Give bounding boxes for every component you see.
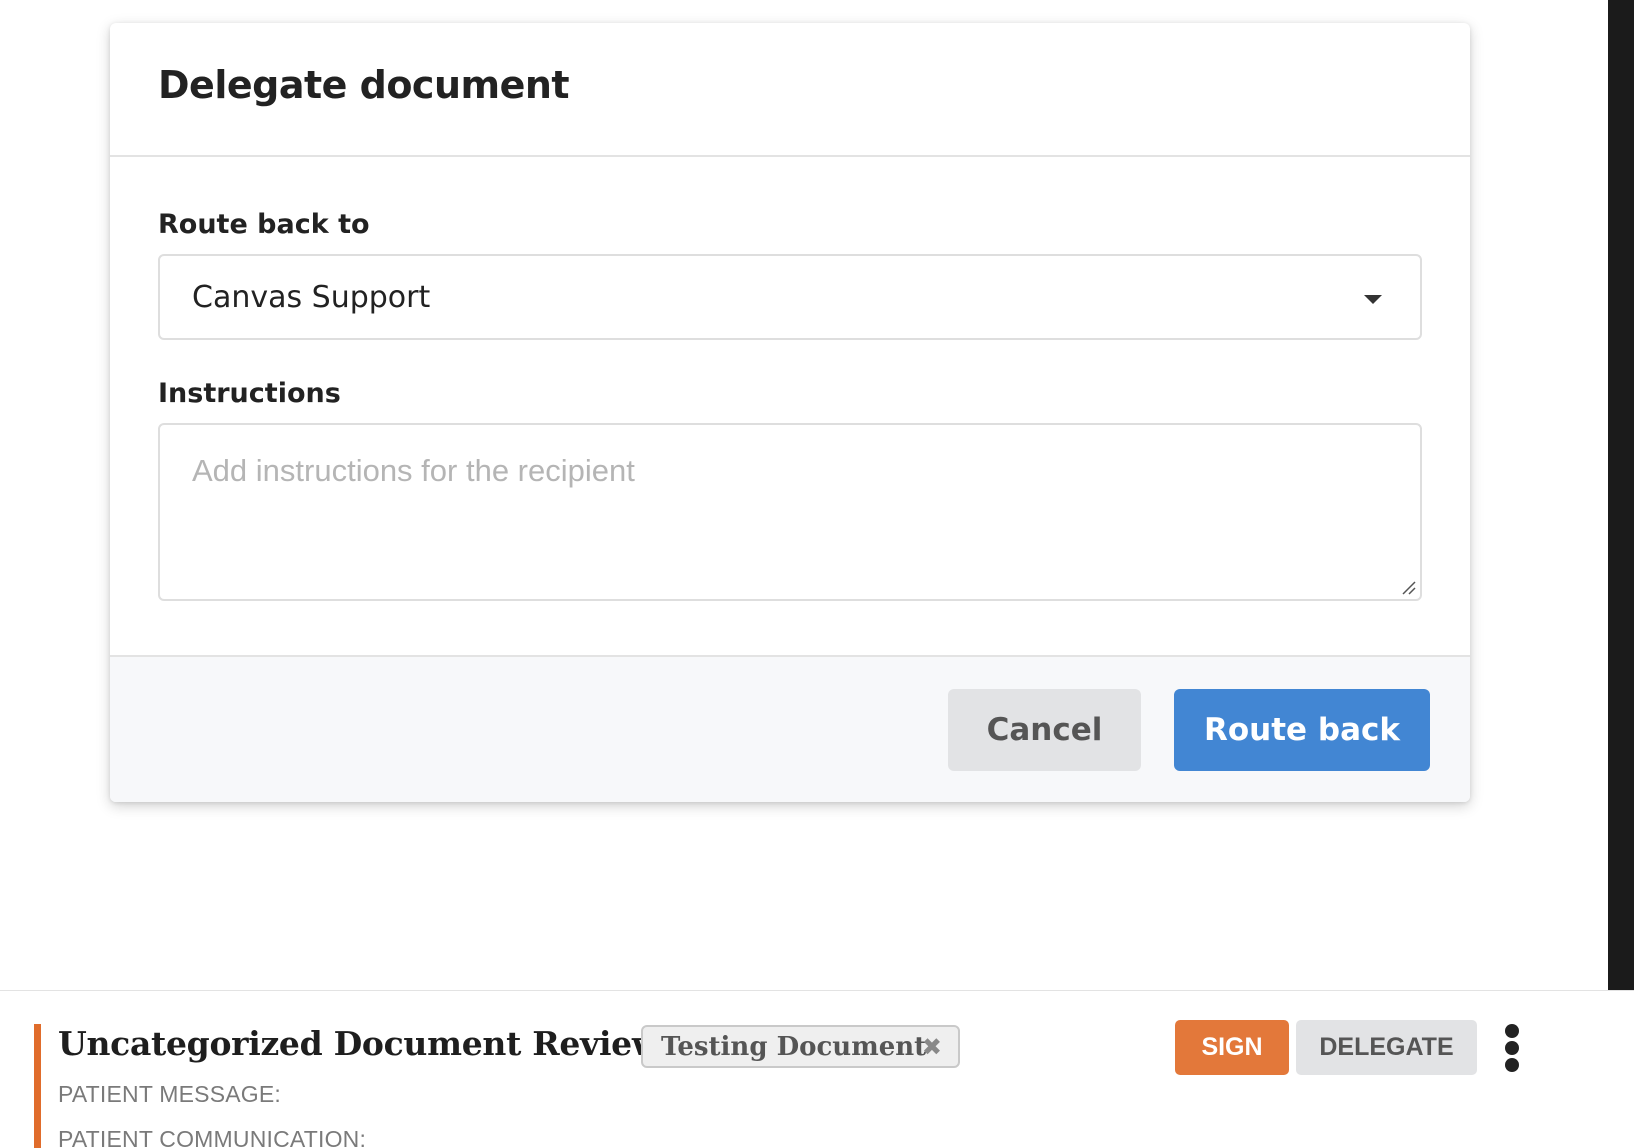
instructions-textarea[interactable] (192, 453, 1388, 571)
modal-title: Delegate document (158, 63, 570, 107)
instructions-field-wrapper (158, 423, 1422, 601)
close-icon[interactable]: ✖ (922, 1033, 942, 1061)
modal-header: Delegate document (110, 23, 1470, 157)
kebab-menu-icon[interactable] (1500, 1024, 1524, 1074)
card-title: Uncategorized Document Review: (58, 1024, 672, 1063)
scrollbar-strip[interactable] (1608, 0, 1634, 991)
route-back-button[interactable]: Route back (1174, 689, 1430, 771)
sign-button[interactable]: SIGN (1175, 1020, 1289, 1075)
document-tag: Testing Document ✖ (641, 1025, 960, 1068)
delegate-document-modal: Delegate document Route back to Canvas S… (110, 23, 1470, 802)
cancel-button[interactable]: Cancel (948, 689, 1141, 771)
route-back-select[interactable]: Canvas Support (158, 254, 1422, 340)
modal-footer: Cancel Route back (110, 655, 1470, 802)
route-back-selected-value: Canvas Support (192, 279, 431, 315)
chevron-down-icon (1364, 295, 1382, 304)
document-tag-label: Testing Document (661, 1031, 927, 1062)
delegate-button[interactable]: DELEGATE (1296, 1020, 1477, 1075)
modal-body: Route back to Canvas Support Instruction… (110, 157, 1470, 654)
patient-communication-label: PATIENT COMMUNICATION: (58, 1126, 367, 1148)
page: Delegate document Route back to Canvas S… (0, 0, 1634, 1148)
route-back-label: Route back to (158, 209, 370, 240)
resize-grip-icon[interactable] (1400, 579, 1416, 595)
section-divider (0, 990, 1634, 991)
patient-message-label: PATIENT MESSAGE: (58, 1081, 282, 1107)
card-accent-bar (34, 1024, 41, 1148)
instructions-label: Instructions (158, 378, 341, 409)
